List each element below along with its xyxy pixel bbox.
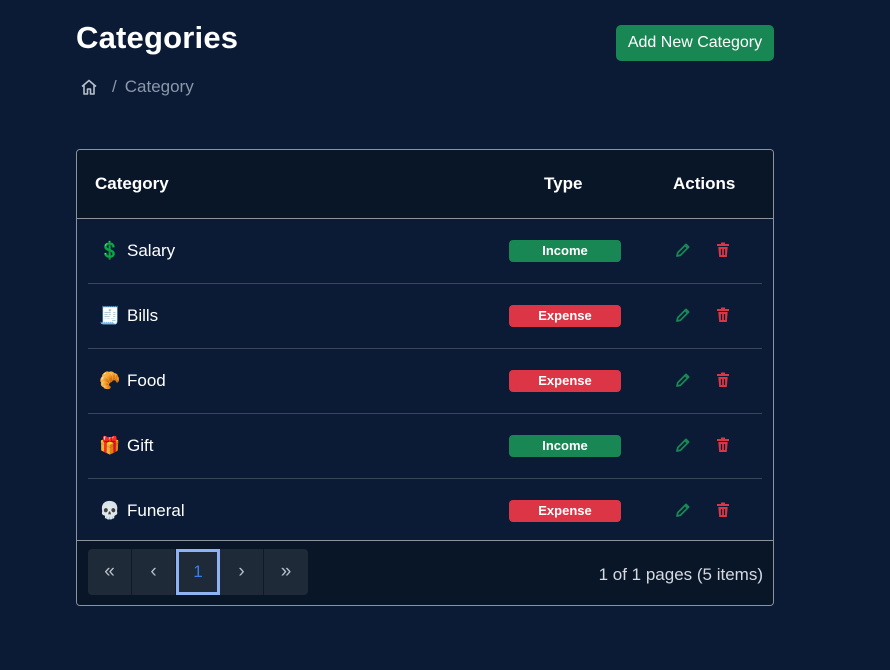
next-page-button[interactable]: › [220, 549, 264, 595]
edit-icon[interactable] [674, 306, 692, 324]
delete-icon[interactable] [714, 436, 732, 454]
category-emoji-icon: 💀 [99, 501, 121, 520]
delete-icon[interactable] [714, 501, 732, 519]
previous-page-button[interactable]: ‹ [132, 549, 176, 595]
categories-table: Category Type Actions 💲 Salary Income 🧾 Bill… [76, 149, 774, 606]
edit-icon[interactable] [674, 241, 692, 259]
category-emoji-icon: 🧾 [99, 306, 121, 325]
category-emoji-icon: 🎁 [99, 436, 121, 455]
type-badge: Income [509, 240, 621, 262]
table-row[interactable]: 💲 Salary Income [88, 219, 762, 284]
table-row[interactable]: 🥐 Food Expense [88, 349, 762, 414]
table-footer: « ‹ 1 › » 1 of 1 pages (5 items) [77, 540, 773, 605]
page-title: Categories [76, 20, 239, 55]
home-icon[interactable] [80, 78, 98, 96]
add-category-button[interactable]: Add New Category [616, 25, 774, 61]
category-emoji-icon: 💲 [99, 241, 121, 260]
table-row[interactable]: 💀 Funeral Expense [88, 479, 762, 543]
last-page-button[interactable]: » [264, 549, 308, 595]
table-body: 💲 Salary Income 🧾 Bills Expense 🥐 Food Expense 🎁 G… [88, 219, 762, 543]
category-name: Bills [127, 306, 159, 325]
category-name: Food [127, 371, 166, 390]
type-badge: Expense [509, 370, 621, 392]
type-badge: Expense [509, 305, 621, 327]
breadcrumb-separator: / [112, 77, 117, 96]
edit-icon[interactable] [674, 501, 692, 519]
pagination: « ‹ 1 › » [88, 549, 308, 595]
column-header-actions: Actions [673, 174, 736, 193]
category-name: Funeral [127, 501, 185, 520]
delete-icon[interactable] [714, 371, 732, 389]
category-name: Salary [127, 241, 176, 260]
column-header-category[interactable]: Category [95, 174, 169, 194]
type-badge: Income [509, 435, 621, 457]
column-header-type[interactable]: Type [544, 174, 582, 194]
edit-icon[interactable] [674, 436, 692, 454]
table-row[interactable]: 🎁 Gift Income [88, 414, 762, 479]
breadcrumb-current: Category [124, 77, 194, 96]
delete-icon[interactable] [714, 241, 732, 259]
page-info: 1 of 1 pages (5 items) [598, 565, 763, 584]
category-emoji-icon: 🥐 [99, 371, 121, 390]
current-page-button[interactable]: 1 [176, 549, 220, 595]
table-header: Category Type Actions [77, 150, 773, 219]
edit-icon[interactable] [674, 371, 692, 389]
breadcrumb: / Category [80, 77, 194, 97]
first-page-button[interactable]: « [88, 549, 132, 595]
type-badge: Expense [509, 500, 621, 522]
category-name: Gift [127, 436, 154, 455]
table-row[interactable]: 🧾 Bills Expense [88, 284, 762, 349]
delete-icon[interactable] [714, 306, 732, 324]
